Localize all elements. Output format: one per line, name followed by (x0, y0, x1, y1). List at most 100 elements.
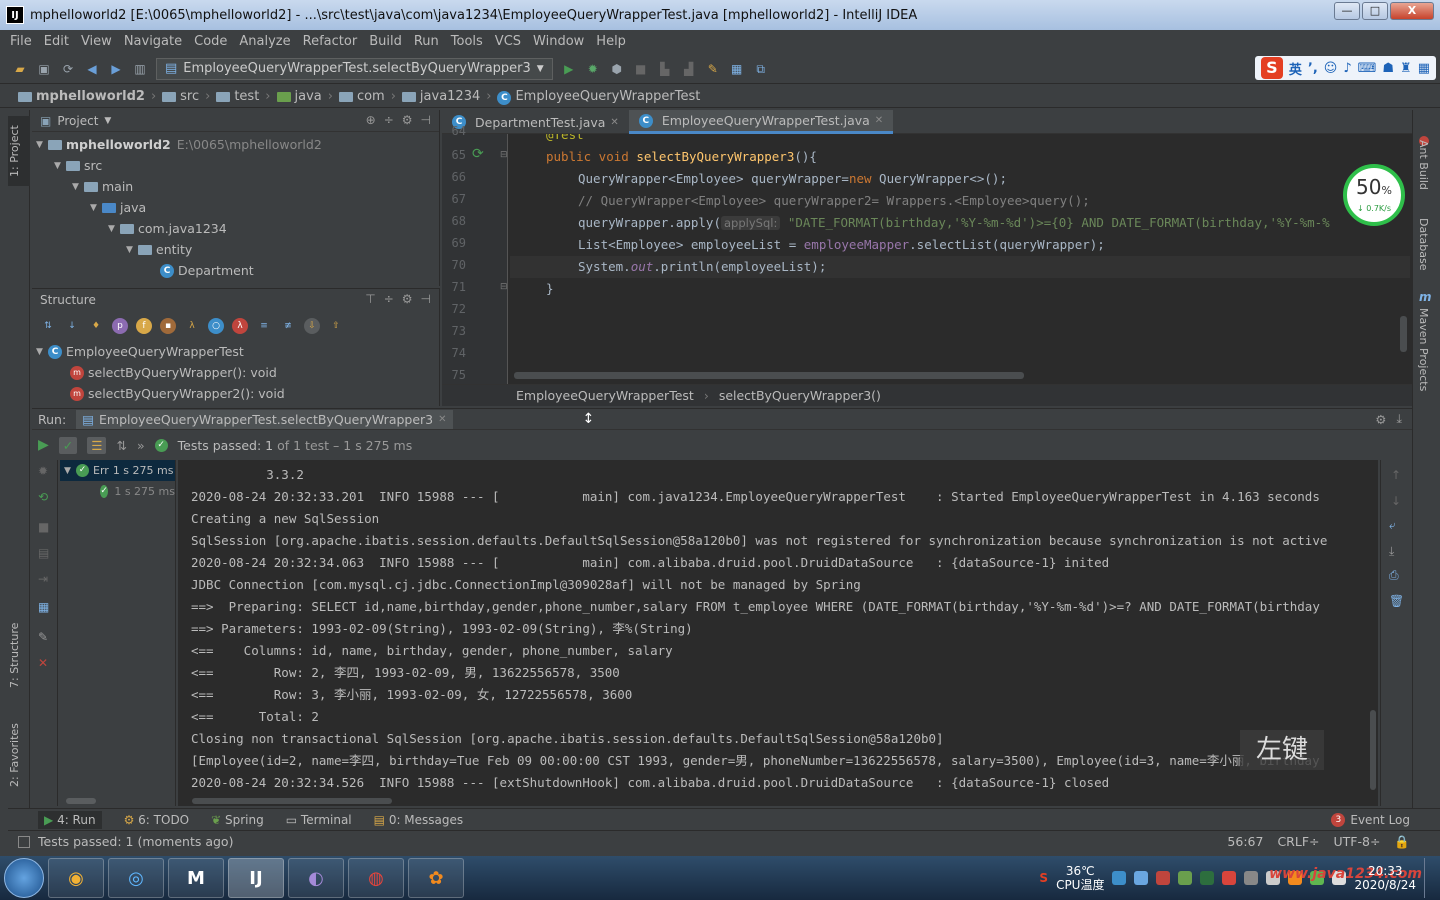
breadcrumb-java[interactable]: java (276, 89, 322, 104)
dump-threads-icon[interactable]: ▦ (38, 600, 49, 614)
chevron-down-icon[interactable]: ▼ (104, 116, 111, 126)
show-desktop-button[interactable] (1424, 858, 1434, 898)
hide-panel-icon[interactable]: ⤓ (1396, 411, 1402, 427)
menu-window[interactable]: Window (533, 34, 584, 49)
taskbar-app-settings[interactable]: ✿ (408, 858, 464, 898)
trash-icon[interactable]: 🗑 (1389, 594, 1404, 608)
collapse-icon[interactable]: ÷ (384, 113, 394, 127)
run-configuration-select[interactable]: ▤ EmployeeQueryWrapperTest.selectByQuery… (156, 57, 553, 80)
stop-icon[interactable]: ■ (633, 61, 649, 77)
menu-help[interactable]: Help (596, 34, 626, 49)
show-properties-icon[interactable]: p (112, 318, 128, 334)
ime-emoji-icon[interactable]: ☺ (1324, 61, 1338, 76)
console-output[interactable]: 3.3.2 2020-08-24 20:32:33.201 INFO 15988… (178, 460, 1378, 806)
line-separator[interactable]: CRLF÷ (1277, 834, 1319, 850)
menu-code[interactable]: Code (194, 34, 227, 49)
tool-window-run[interactable]: ▶ 4: Run (38, 810, 102, 829)
tab-structure[interactable]: 7: Structure (8, 615, 30, 695)
tab-employee-query-wrapper-test[interactable]: C EmployeeQueryWrapperTest.java ✕ (628, 110, 894, 134)
ime-shirt-icon[interactable]: ♜ (1400, 61, 1412, 76)
network-speed-gauge[interactable]: 50% ↓ 0.7K/s (1343, 164, 1405, 226)
tab-database[interactable]: Database (1417, 218, 1430, 288)
tab-department-test[interactable]: C DepartmentTest.java ✕ (442, 110, 629, 134)
tab-ant-build[interactable]: Ant Build (1417, 140, 1430, 210)
debug-icon[interactable]: ✹ (585, 61, 601, 77)
show-anonymous-icon[interactable]: ○ (208, 318, 224, 334)
vertical-scrollbar[interactable] (1400, 316, 1407, 352)
event-log[interactable]: 3 Event Log (1331, 812, 1410, 827)
file-encoding[interactable]: UTF-8÷ (1334, 834, 1381, 850)
menu-tools[interactable]: Tools (451, 34, 483, 49)
breadcrumb-com[interactable]: com (338, 89, 385, 104)
sort-alpha-icon[interactable]: ↓ (64, 318, 80, 334)
project-panel-title[interactable]: Project (57, 114, 98, 128)
settings-wrench-icon[interactable]: ✎ (705, 61, 721, 77)
maximize-button[interactable]: □ (1362, 2, 1388, 20)
show-ignored-icon[interactable]: ☰ (87, 436, 107, 454)
editor-breadcrumb-class[interactable]: EmployeeQueryWrapperTest (516, 388, 694, 403)
menu-analyze[interactable]: Analyze (239, 34, 290, 49)
back-icon[interactable]: ◀ (84, 61, 100, 77)
taskbar-app-chrome[interactable]: ◍ (348, 858, 404, 898)
caret-position[interactable]: 56:67 (1227, 834, 1263, 850)
autoscroll-from-source-icon[interactable]: ⇧ (328, 318, 344, 334)
menu-vcs[interactable]: VCS (495, 34, 521, 49)
menu-edit[interactable]: Edit (44, 34, 69, 49)
tree-item-java[interactable]: ▼ java (32, 197, 439, 218)
taskbar-app-qq[interactable]: ◎ (108, 858, 164, 898)
tab-project[interactable]: 1: Project (8, 116, 30, 186)
tree-item-entity[interactable]: ▼ entity (32, 239, 439, 260)
up-arrow-icon[interactable]: ↑ (1391, 468, 1401, 482)
debug-icon[interactable]: ✹ (38, 464, 48, 478)
show-non-public-icon[interactable]: ▪ (160, 318, 176, 334)
down-arrow-icon[interactable]: ↓ (1391, 494, 1401, 508)
forward-icon[interactable]: ▶ (108, 61, 124, 77)
ime-language[interactable]: 英 (1289, 59, 1302, 78)
run-test-gutter-icon[interactable]: ⟳ (472, 146, 484, 162)
show-lambda-icon[interactable]: λ (232, 318, 248, 334)
tray-icon[interactable] (1134, 871, 1149, 885)
build-icon[interactable]: ▥ (132, 61, 148, 77)
collapse-all-icon[interactable]: ≢ (280, 318, 296, 334)
menu-file[interactable]: File (10, 34, 32, 49)
test-result-item[interactable]: ▼ ✓ Err 1 s 275 ms (60, 460, 175, 481)
breadcrumb-test[interactable]: test (216, 89, 259, 104)
tool-window-todo[interactable]: ⚙ 6: TODO (124, 813, 190, 827)
layout-icon[interactable]: ▤ (38, 546, 49, 560)
sogou-tray-icon[interactable]: S (1039, 871, 1048, 885)
console-vertical-scrollbar[interactable] (1370, 710, 1376, 790)
collapse-icon[interactable]: ÷ (384, 292, 394, 306)
taskbar-app-360[interactable]: ◉ (48, 858, 104, 898)
tool-window-terminal[interactable]: ▭ Terminal (286, 813, 352, 827)
menu-view[interactable]: View (81, 34, 112, 49)
soft-wrap-icon[interactable]: ⤶ (1389, 518, 1396, 533)
tree-item-src[interactable]: ▼ src (32, 155, 439, 176)
ime-punct-icon[interactable]: ʼ, (1308, 61, 1318, 76)
show-passed-icon[interactable]: ✓ (58, 436, 78, 454)
minimize-button[interactable]: — (1334, 2, 1360, 20)
lock-icon[interactable]: 🔒 (1394, 834, 1410, 850)
run-icon[interactable]: ▶ (561, 61, 577, 77)
cpu-temperature[interactable]: 36℃ CPU温度 (1056, 864, 1104, 892)
more-icon[interactable]: » (137, 438, 145, 453)
show-inherited-icon[interactable]: ♦ (88, 318, 104, 334)
breadcrumb-project[interactable]: mphelloworld2 (18, 89, 145, 104)
tab-favorites[interactable]: 2: Favorites (8, 715, 30, 795)
taskbar-app-maxthon[interactable]: M (168, 858, 224, 898)
tab-maven-projects[interactable]: Maven Projects (1417, 308, 1430, 408)
code-area[interactable]: @Test public void selectByQueryWrapper3(… (510, 134, 1410, 384)
close-tab-icon[interactable]: ✕ (875, 115, 883, 126)
menu-refactor[interactable]: Refactor (303, 34, 358, 49)
tray-icon[interactable] (1200, 871, 1215, 885)
sort-visibility-icon[interactable]: ⇅ (40, 318, 56, 334)
open-folder-icon[interactable]: ▰ (12, 61, 28, 77)
exit-icon[interactable]: ⇥ (38, 572, 48, 586)
save-icon[interactable]: ▣ (36, 61, 52, 77)
sogou-ime-icon[interactable]: S (1260, 57, 1283, 79)
ime-grid-icon[interactable]: ▦ (1418, 61, 1430, 76)
horizontal-scrollbar[interactable] (514, 372, 1024, 379)
breadcrumb-src[interactable]: src (162, 89, 199, 104)
fold-icon[interactable]: ⊟ (500, 150, 508, 160)
network-icon[interactable] (1244, 871, 1259, 885)
taskbar-app-intellij[interactable]: IJ (228, 858, 284, 898)
